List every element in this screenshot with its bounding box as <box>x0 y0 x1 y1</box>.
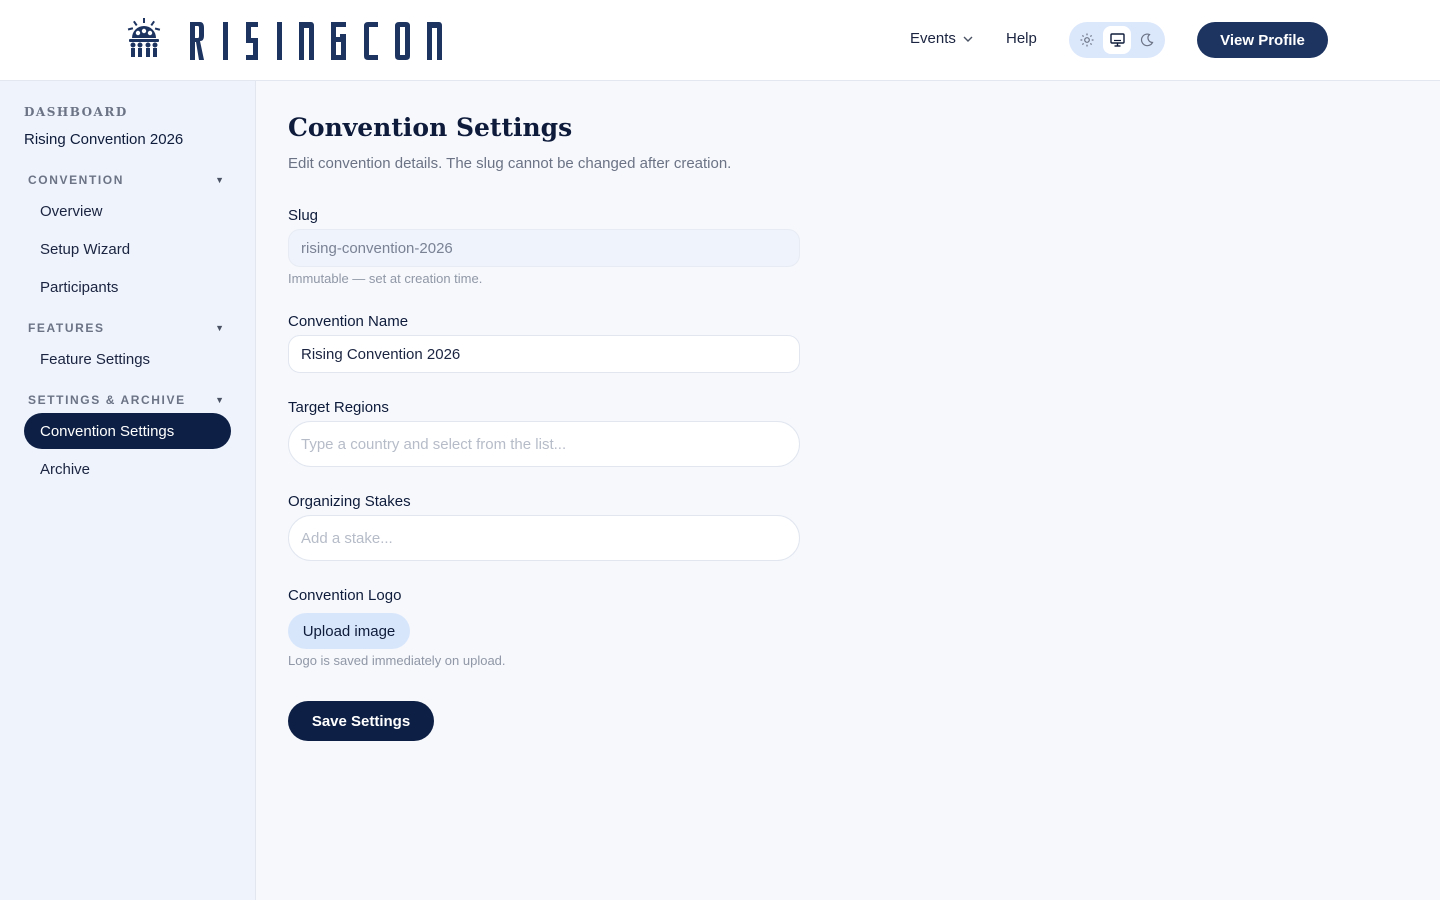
sidebar-item-setup-wizard[interactable]: Setup Wizard <box>24 231 231 267</box>
target-regions-label: Target Regions <box>288 399 389 416</box>
upload-image-button[interactable]: Upload image <box>288 613 410 649</box>
theme-toggle <box>1069 22 1165 58</box>
events-label: Events <box>910 30 956 47</box>
theme-dark-button[interactable] <box>1133 26 1161 54</box>
sidebar-item-label: Overview <box>40 202 103 220</box>
slug-label: Slug <box>288 207 319 224</box>
sidebar-section-settings-archive[interactable]: SETTINGS & ARCHIVE ▼ <box>28 393 228 407</box>
target-regions-input[interactable] <box>288 421 800 467</box>
sidebar-item-archive[interactable]: Archive <box>24 451 231 487</box>
caret-down-icon: ▼ <box>215 323 224 333</box>
convention-logo-label: Convention Logo <box>288 587 402 604</box>
sidebar-item-feature-settings[interactable]: Feature Settings <box>24 341 231 377</box>
sidebar-section-title: CONVENTION <box>28 173 125 187</box>
convention-name-field[interactable] <box>288 335 800 373</box>
top-header: Events Help View Profile <box>0 0 1440 81</box>
sidebar-item-participants[interactable]: Participants <box>24 269 231 305</box>
help-link[interactable]: Help <box>1006 30 1037 47</box>
sidebar-section-title: SETTINGS & ARCHIVE <box>28 393 186 407</box>
logo-hint: Logo is saved immediately on upload. <box>288 653 506 668</box>
events-menu[interactable]: Events <box>910 30 974 47</box>
sidebar-item-label: Convention Settings <box>40 422 175 440</box>
view-profile-button[interactable]: View Profile <box>1197 22 1328 58</box>
sidebar: DASHBOARD Rising Convention 2026 CONVENT… <box>0 81 256 900</box>
sidebar-item-label: Setup Wizard <box>40 240 131 258</box>
theme-light-button[interactable] <box>1073 26 1101 54</box>
sidebar-section-title: FEATURES <box>28 321 105 335</box>
monitor-icon <box>1109 33 1125 47</box>
caret-down-icon: ▼ <box>215 175 224 185</box>
top-nav: Events Help View Profile <box>0 22 1440 58</box>
dashboard-label: DASHBOARD <box>24 105 128 119</box>
sidebar-item-convention-settings[interactable]: Convention Settings <box>24 413 231 449</box>
sidebar-item-label: Feature Settings <box>40 350 151 368</box>
dashboard-convention-name[interactable]: Rising Convention 2026 <box>24 131 183 148</box>
page-title: Convention Settings <box>288 113 573 142</box>
sidebar-section-convention[interactable]: CONVENTION ▼ <box>28 173 228 187</box>
chevron-down-icon <box>963 36 973 42</box>
organizing-stakes-label: Organizing Stakes <box>288 493 411 510</box>
sidebar-section-features[interactable]: FEATURES ▼ <box>28 321 228 335</box>
slug-hint: Immutable — set at creation time. <box>288 271 483 286</box>
theme-system-button[interactable] <box>1103 26 1131 54</box>
sidebar-item-label: Archive <box>40 460 91 478</box>
sidebar-item-overview[interactable]: Overview <box>24 193 231 229</box>
moon-icon <box>1140 33 1154 47</box>
convention-name-label: Convention Name <box>288 313 409 330</box>
sun-icon <box>1080 33 1094 47</box>
caret-down-icon: ▼ <box>215 395 224 405</box>
page-subtitle: Edit convention details. The slug cannot… <box>288 155 732 172</box>
save-settings-button[interactable]: Save Settings <box>288 701 434 741</box>
slug-field <box>288 229 800 267</box>
sidebar-item-label: Participants <box>40 278 119 296</box>
organizing-stakes-input[interactable] <box>288 515 800 561</box>
